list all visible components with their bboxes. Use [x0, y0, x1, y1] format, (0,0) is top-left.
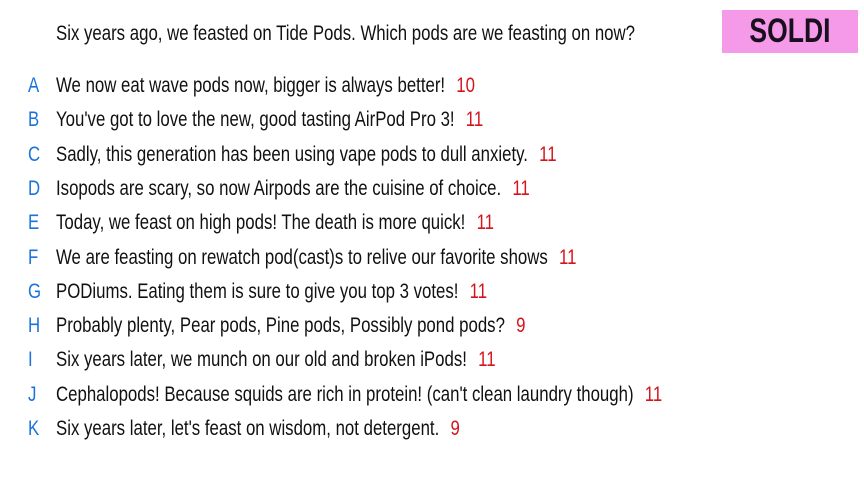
answer-letter: C: [28, 142, 41, 166]
answer-letter: F: [28, 245, 39, 269]
vote-count: 11: [476, 211, 495, 235]
vote-count: 9: [450, 417, 460, 440]
answer-text: Six years later, we munch on our old and…: [56, 348, 496, 372]
answer-text: You've got to love the new, good tasting…: [56, 108, 484, 132]
answer-text: Isopods are scary, so now Airpods are th…: [56, 176, 530, 200]
vote-count: 11: [469, 279, 488, 303]
answer-letter: J: [28, 382, 37, 406]
answer-text: We now eat wave pods now, bigger is alwa…: [56, 74, 475, 97]
answer-text: Today, we feast on high pods! The death …: [56, 211, 495, 235]
vote-count: 11: [644, 382, 663, 406]
answer-text: Sadly, this generation has been using va…: [56, 142, 557, 166]
vote-count: 11: [512, 176, 530, 200]
vote-count: 11: [539, 142, 557, 166]
prompt-text: Six years ago, we feasted on Tide Pods. …: [56, 22, 636, 45]
answer-letter: I: [28, 348, 33, 372]
vote-count: 10: [456, 74, 475, 97]
answer-letter: D: [28, 176, 41, 200]
answer-letter: E: [28, 211, 40, 235]
answer-text: Six years later, let's feast on wisdom, …: [56, 417, 460, 440]
answer-letter: A: [28, 74, 40, 97]
vote-count: 11: [465, 108, 484, 132]
answer-letter: G: [28, 279, 42, 303]
vote-count: 11: [478, 348, 496, 372]
answer-text: We are feasting on rewatch pod(cast)s to…: [56, 245, 577, 269]
answer-letter: K: [28, 417, 40, 440]
answer-letter: H: [28, 314, 41, 338]
answer-letter: B: [28, 108, 40, 132]
vote-count: 9: [516, 314, 526, 338]
answer-text: Probably plenty, Pear pods, Pine pods, P…: [56, 314, 526, 338]
answer-text: PODiums. Eating them is sure to give you…: [56, 279, 488, 303]
vote-count: 11: [558, 245, 577, 269]
player-name-badge: SOLDI: [722, 10, 858, 53]
answer-text: Cephalopods! Because squids are rich in …: [56, 382, 663, 406]
